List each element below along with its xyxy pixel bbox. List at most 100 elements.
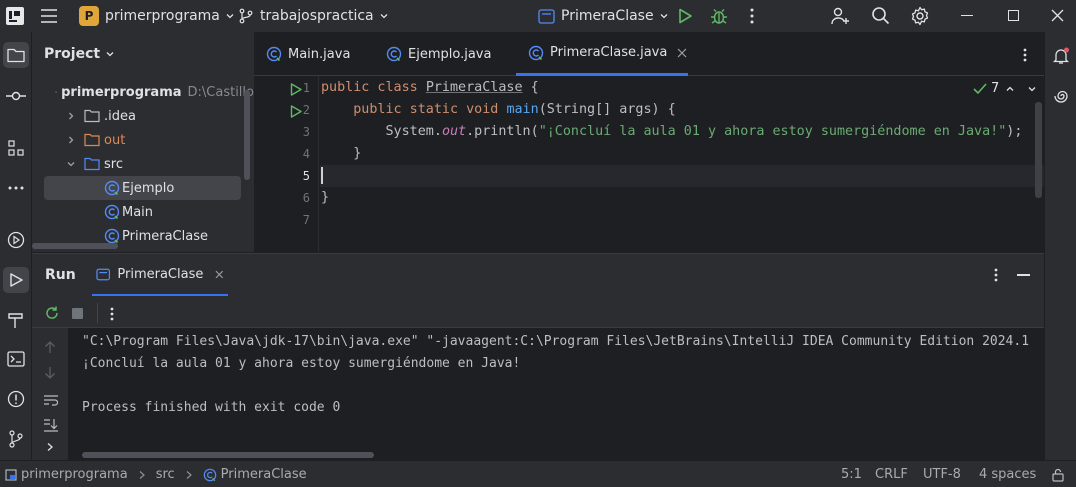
more-tools-button[interactable]: [0, 172, 32, 204]
line-separator[interactable]: CRLF: [875, 461, 908, 487]
add-user-icon[interactable]: [830, 6, 850, 26]
tree-item-project-root[interactable]: primerprograma D:\Castillo: [46, 80, 254, 104]
tree-item-out[interactable]: out: [66, 128, 125, 152]
code-line-6[interactable]: }: [321, 187, 329, 209]
app-logo-icon[interactable]: [6, 7, 24, 25]
gutter-run-main-icon[interactable]: [290, 105, 302, 118]
right-tool-strip: [1044, 32, 1076, 460]
down-stack-icon[interactable]: [44, 366, 56, 380]
project-tool-button[interactable]: [3, 42, 29, 68]
breadcrumb-item[interactable]: PrimeraClase: [221, 467, 307, 482]
java-class-icon: [203, 468, 216, 481]
stop-button[interactable]: [72, 308, 83, 319]
chevron-right-icon: [139, 470, 145, 479]
java-class-icon: [386, 46, 402, 62]
tree-item-src[interactable]: src: [66, 152, 123, 176]
tree-item-ejemplo[interactable]: Ejemplo: [44, 176, 241, 200]
tab-main-java[interactable]: Main.java: [266, 32, 350, 76]
console-horizontal-scrollbar[interactable]: [82, 452, 374, 458]
caret-position[interactable]: 5:1: [841, 461, 862, 487]
run-tool-button[interactable]: [3, 267, 29, 293]
rerun-icon: [46, 306, 58, 319]
branch-icon: [239, 8, 253, 24]
up-stack-icon[interactable]: [44, 340, 56, 354]
run-panel: Run PrimeraClase "C:\Program Files\Java\…: [32, 253, 1044, 461]
services-tool-button[interactable]: [0, 224, 32, 256]
maximize-button[interactable]: [1008, 10, 1019, 21]
tab-primeraclase-java[interactable]: PrimeraClase.java: [516, 32, 688, 76]
file-encoding[interactable]: UTF-8: [923, 461, 961, 487]
tabs-more-icon[interactable]: [1023, 48, 1027, 62]
breadcrumb-item[interactable]: src: [156, 467, 175, 482]
code-line-5[interactable]: [321, 165, 323, 187]
next-highlight-icon[interactable]: [1027, 84, 1037, 94]
chevron-down-icon: [46, 91, 48, 93]
close-tab-icon[interactable]: [677, 48, 687, 58]
breadcrumb-item[interactable]: primerprograma: [21, 467, 128, 482]
inspections-widget[interactable]: 7: [973, 81, 999, 96]
excluded-folder-icon: [84, 133, 100, 147]
soft-wrap-icon[interactable]: [43, 394, 59, 406]
rerun-button[interactable]: [44, 305, 60, 321]
tree-item-label: src: [104, 156, 123, 172]
run-config-selector[interactable]: PrimeraClase: [538, 0, 669, 32]
tab-label: Main.java: [288, 46, 351, 62]
current-line-highlight: [320, 165, 1044, 187]
tab-label: PrimeraClase.java: [550, 45, 668, 60]
structure-tool-button[interactable]: [0, 132, 32, 164]
debug-button[interactable]: [709, 6, 729, 26]
hide-panel-button[interactable]: [1017, 274, 1030, 276]
run-icon: [679, 8, 692, 24]
notifications-button[interactable]: [1045, 40, 1076, 72]
spiral-icon: [1054, 90, 1068, 103]
code-line-4[interactable]: }: [321, 143, 361, 165]
editor-scrollbar[interactable]: [1035, 102, 1042, 198]
project-panel-header[interactable]: Project: [44, 46, 115, 62]
git-tool-button[interactable]: [0, 423, 32, 455]
gutter-run-class-icon[interactable]: [290, 83, 302, 96]
close-tab-icon[interactable]: [215, 270, 224, 279]
readonly-lock-icon[interactable]: [1051, 461, 1065, 487]
tree-item-main[interactable]: Main: [104, 200, 153, 224]
search-icon[interactable]: [871, 6, 890, 25]
tree-item-primeraclase[interactable]: PrimeraClase: [104, 224, 208, 248]
chevron-down-icon: [67, 162, 75, 167]
build-tool-button[interactable]: [0, 304, 32, 336]
problems-tool-button[interactable]: [0, 383, 32, 415]
run-tab-label: PrimeraClase: [117, 266, 204, 282]
java-class-icon: [528, 45, 544, 60]
toolbar-more-icon[interactable]: [110, 307, 114, 321]
run-button[interactable]: [676, 7, 694, 25]
scroll-to-end-icon[interactable]: [43, 418, 59, 432]
terminal-tool-button[interactable]: [0, 343, 32, 375]
project-widget[interactable]: P primerprograma: [79, 0, 235, 32]
branch-name: trabajospractica: [260, 8, 374, 24]
code-line-2[interactable]: public static void main(String[] args) {: [321, 99, 676, 121]
settings-gear-icon[interactable]: [910, 6, 930, 26]
close-window-button[interactable]: [1051, 9, 1064, 22]
vcs-branch-widget[interactable]: trabajospractica: [238, 0, 389, 32]
chevron-right-icon: [69, 136, 74, 144]
code-line-3[interactable]: System.out.println("¡Concluí la aula 01 …: [321, 121, 1023, 143]
tree-item-idea[interactable]: .idea: [66, 104, 136, 128]
ai-assistant-button[interactable]: [1045, 80, 1076, 112]
tab-ejemplo-java[interactable]: Ejemplo.java: [386, 32, 491, 76]
minimize-button[interactable]: [961, 15, 973, 16]
commit-tool-button[interactable]: [0, 80, 32, 112]
vertical-scrollbar[interactable]: [244, 90, 250, 180]
terminal-icon: [7, 351, 25, 367]
more-actions-icon[interactable]: [750, 8, 754, 24]
main-menu-icon[interactable]: [40, 8, 58, 24]
indent-setting[interactable]: 4 spaces: [979, 461, 1036, 487]
run-tab-primeraclase[interactable]: PrimeraClase: [92, 254, 228, 296]
git-branch-icon: [9, 430, 23, 448]
run-toolbar: [32, 296, 1044, 328]
left-tool-strip: [0, 32, 32, 460]
expand-toolbar-icon[interactable]: [46, 442, 54, 452]
horizontal-scrollbar[interactable]: [32, 243, 118, 249]
run-panel-options-icon[interactable]: [994, 268, 998, 282]
chevron-down-icon: [660, 14, 668, 19]
code-line-1[interactable]: public class PrimeraClase {: [321, 77, 539, 99]
problems-icon: [7, 390, 25, 408]
previous-highlight-icon[interactable]: [1005, 84, 1015, 94]
